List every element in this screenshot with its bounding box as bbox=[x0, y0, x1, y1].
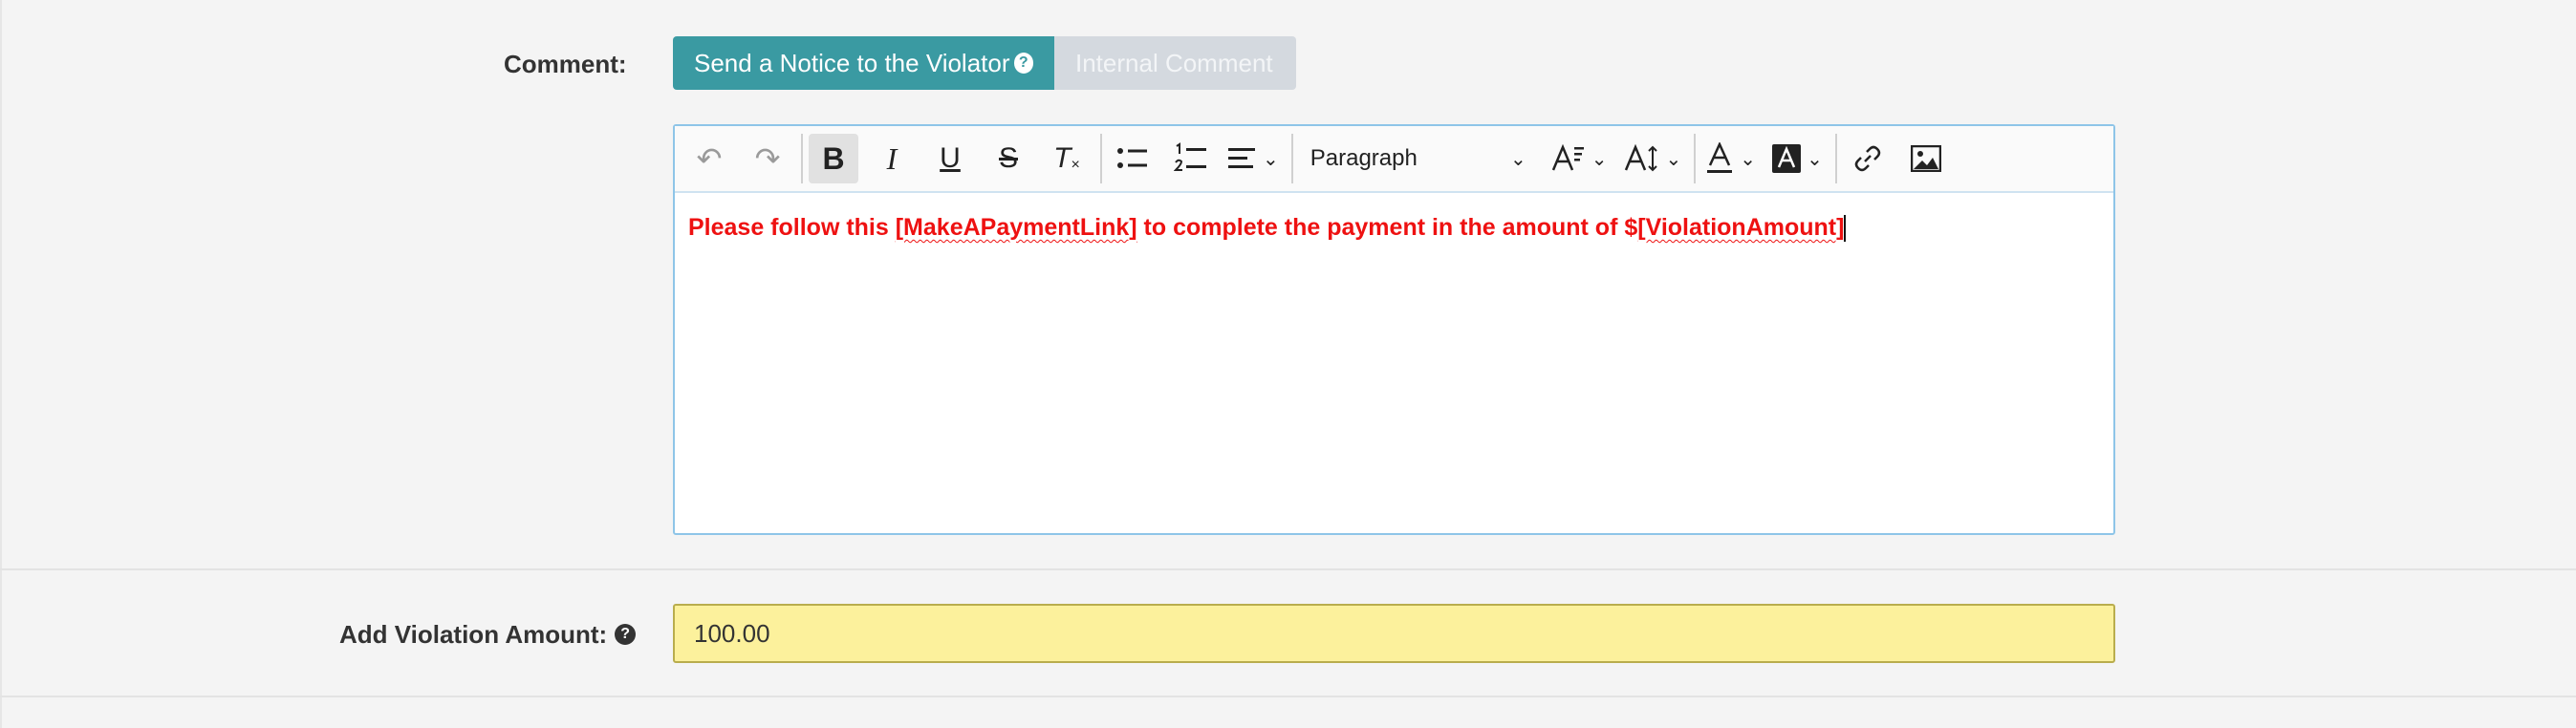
image-icon bbox=[1910, 145, 1941, 172]
insert-link-button[interactable] bbox=[1843, 134, 1893, 183]
comment-type-tabs: Send a Notice to the Violator ? Internal… bbox=[673, 36, 1296, 90]
font-size-dropdown[interactable]: ⌄ bbox=[1548, 134, 1612, 183]
tab-send-notice[interactable]: Send a Notice to the Violator ? bbox=[673, 36, 1054, 90]
strikethrough-button[interactable]: S bbox=[984, 134, 1033, 183]
paragraph-format-dropdown[interactable]: Paragraph ⌄ bbox=[1299, 134, 1538, 183]
font-size-icon bbox=[1551, 143, 1584, 171]
chevron-down-icon: ⌄ bbox=[1510, 148, 1526, 170]
section-divider bbox=[0, 568, 2576, 570]
comment-label-text: Comment: bbox=[504, 49, 627, 78]
violation-amount-input[interactable] bbox=[673, 604, 2115, 663]
paragraph-format-label: Paragraph bbox=[1310, 145, 1418, 171]
payment-link-token: [MakeAPaymentLink] bbox=[895, 214, 1137, 241]
align-left-icon bbox=[1228, 148, 1255, 168]
highlight-color-icon bbox=[1772, 144, 1802, 173]
italic-icon: I bbox=[886, 140, 898, 176]
editor-text-before: Please follow this bbox=[688, 214, 896, 241]
alignment-dropdown[interactable]: ⌄ bbox=[1224, 134, 1283, 183]
redo-button[interactable]: ↷ bbox=[743, 134, 792, 183]
toolbar-separator bbox=[1694, 134, 1697, 183]
violation-amount-label-text: Add Violation Amount: bbox=[339, 619, 608, 649]
underline-button[interactable]: U bbox=[925, 134, 975, 183]
toolbar-separator bbox=[1100, 134, 1102, 183]
line-height-icon bbox=[1624, 143, 1657, 172]
undo-button[interactable]: ↶ bbox=[684, 134, 734, 183]
bulleted-list-icon bbox=[1117, 148, 1147, 168]
page-left-border bbox=[0, 0, 2, 728]
background-color-dropdown[interactable]: ⌄ bbox=[1768, 134, 1827, 183]
bold-icon: B bbox=[822, 140, 845, 176]
tab-internal-comment-label: Internal Comment bbox=[1075, 48, 1273, 77]
italic-button[interactable]: I bbox=[867, 134, 917, 183]
font-color-icon bbox=[1707, 142, 1733, 173]
question-circle-icon[interactable]: ? bbox=[1013, 53, 1033, 74]
chevron-down-icon: ⌄ bbox=[1591, 148, 1608, 170]
tab-internal-comment[interactable]: Internal Comment bbox=[1054, 36, 1296, 90]
insert-image-button[interactable] bbox=[1901, 134, 1951, 183]
chevron-down-icon: ⌄ bbox=[1807, 148, 1823, 170]
line-height-dropdown[interactable]: ⌄ bbox=[1620, 134, 1686, 183]
toolbar-separator bbox=[801, 134, 803, 183]
editor-toolbar: ↶ ↷ B I U S T × ⌄ Paragraph ⌄ ⌄ ⌄ ⌄ ⌄ bbox=[675, 126, 2113, 193]
strikethrough-icon: S bbox=[998, 142, 1018, 174]
clear-formatting-icon: T bbox=[1053, 142, 1072, 174]
violation-amount-token: [ViolationAmount] bbox=[1637, 214, 1845, 241]
numbered-list-button[interactable] bbox=[1166, 134, 1216, 183]
link-icon bbox=[1854, 145, 1881, 172]
toolbar-separator bbox=[1834, 134, 1837, 183]
chevron-down-icon: ⌄ bbox=[1263, 148, 1279, 170]
question-circle-icon[interactable]: ? bbox=[615, 624, 637, 645]
chevron-down-icon: ⌄ bbox=[1740, 148, 1757, 170]
violation-amount-label: Add Violation Amount: ? bbox=[339, 618, 637, 651]
font-color-dropdown[interactable]: ⌄ bbox=[1701, 134, 1760, 183]
editor-text-middle: to complete the payment in the amount of… bbox=[1136, 214, 1638, 241]
underline-icon: U bbox=[940, 142, 961, 174]
comment-label: Comment: bbox=[504, 48, 627, 80]
bold-button[interactable]: B bbox=[809, 134, 858, 183]
clear-formatting-button[interactable]: T × bbox=[1042, 134, 1092, 183]
text-cursor bbox=[1844, 215, 1847, 243]
numbered-list-icon bbox=[1174, 142, 1206, 171]
rich-text-editor: ↶ ↷ B I U S T × ⌄ Paragraph ⌄ ⌄ ⌄ ⌄ ⌄ Pl… bbox=[673, 124, 2115, 535]
section-divider bbox=[0, 696, 2576, 697]
redo-icon: ↷ bbox=[754, 141, 781, 176]
editor-content[interactable]: Please follow this [MakeAPaymentLink] to… bbox=[675, 193, 2113, 263]
undo-icon: ↶ bbox=[696, 141, 723, 176]
bulleted-list-button[interactable] bbox=[1108, 134, 1158, 183]
toolbar-separator bbox=[1290, 134, 1293, 183]
chevron-down-icon: ⌄ bbox=[1665, 148, 1682, 170]
tab-send-notice-label: Send a Notice to the Violator bbox=[694, 48, 1010, 77]
